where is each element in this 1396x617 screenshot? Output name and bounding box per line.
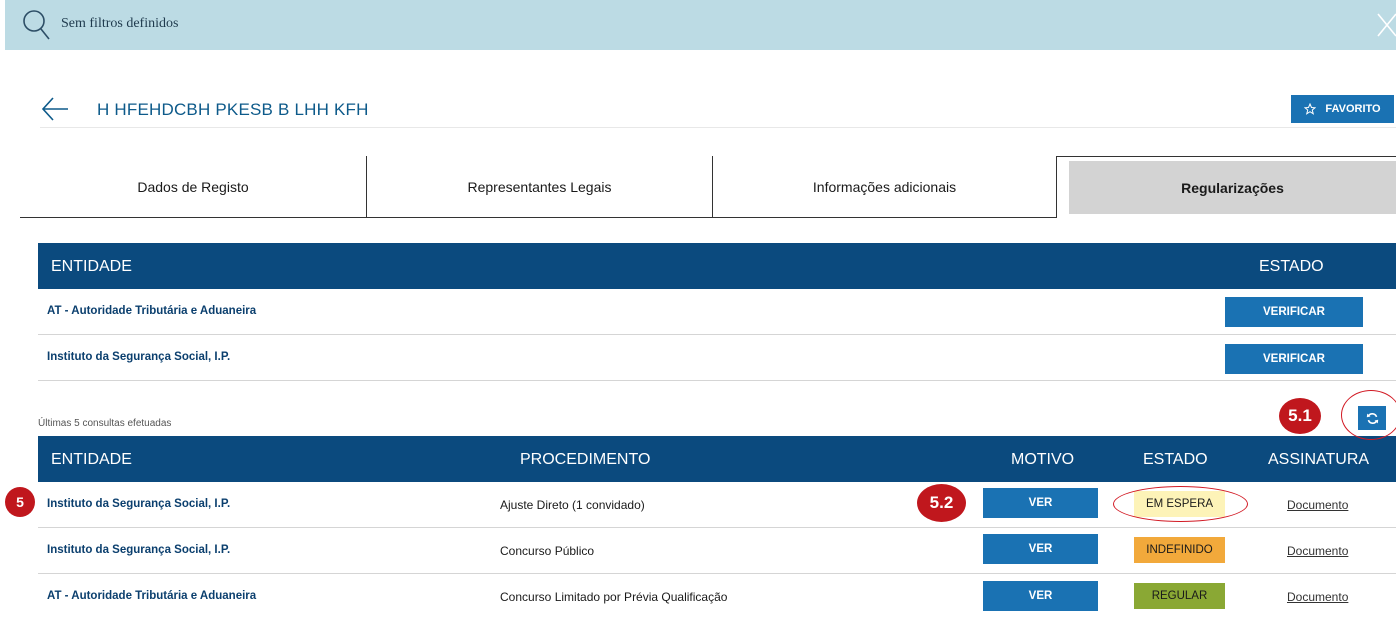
column-header-motivo: MOTIVO [1011, 451, 1075, 468]
callout-badge: 5.2 [917, 484, 966, 522]
entity-link[interactable]: Instituto da Segurança Social, I.P. [47, 351, 230, 363]
procedure-text: Concurso Público [500, 544, 595, 558]
header-divider [40, 127, 1396, 128]
column-header-assinatura: ASSINATURA [1268, 451, 1370, 468]
procedure-text: Concurso Limitado por Prévia Qualificaçã… [500, 590, 728, 604]
column-header-estado: ESTADO [1143, 451, 1208, 468]
view-motive-button[interactable]: VER [983, 581, 1098, 611]
view-motive-button[interactable]: VER [983, 534, 1098, 564]
page-title: H HFEHDCBH PKESB B LHH KFH [97, 100, 369, 119]
entity-link[interactable]: AT - Autoridade Tributária e Aduaneira [47, 590, 256, 602]
table-row: AT - Autoridade Tributária e Aduaneira V… [38, 289, 1396, 335]
tab-representantes-legais[interactable]: Representantes Legais [366, 156, 712, 218]
table-row: Instituto da Segurança Social, I.P. VERI… [38, 335, 1396, 381]
search-icon[interactable] [21, 8, 51, 42]
back-arrow-icon[interactable] [40, 94, 70, 124]
tab-regularizacoes[interactable]: Regularizações [1056, 156, 1396, 218]
tab-regularizacoes-label: Regularizações [1069, 161, 1396, 214]
entity-link[interactable]: AT - Autoridade Tributária e Aduaneira [47, 305, 256, 317]
verify-button[interactable]: VERIFICAR [1225, 344, 1363, 374]
procedure-text: Ajuste Direto (1 convidado) [500, 498, 645, 512]
star-icon [1304, 103, 1317, 115]
column-header-entidade: ENTIDADE [51, 258, 132, 275]
tab-dados-de-registo[interactable]: Dados de Registo [20, 156, 366, 218]
column-header-procedimento: PROCEDIMENTO [520, 451, 651, 468]
column-header-entidade: ENTIDADE [51, 451, 132, 468]
callout-ring [1341, 390, 1396, 440]
document-link[interactable]: Documento [1287, 544, 1348, 558]
document-link[interactable]: Documento [1287, 590, 1348, 604]
consultations-table-header: ENTIDADE PROCEDIMENTO MOTIVO ESTADO ASSI… [38, 436, 1396, 482]
consultations-label: Últimas 5 consultas efetuadas [38, 418, 172, 429]
filter-status-text: Sem filtros definidos [61, 16, 179, 31]
table-row: AT - Autoridade Tributária e Aduaneira C… [38, 574, 1396, 617]
filter-bar: Sem filtros definidos [5, 0, 1396, 50]
status-badge: REGULAR [1134, 583, 1225, 609]
entity-link[interactable]: Instituto da Segurança Social, I.P. [47, 544, 230, 556]
table-row: Instituto da Segurança Social, I.P. Conc… [38, 528, 1396, 574]
tab-bar: Dados de Registo Representantes Legais I… [20, 156, 1396, 218]
view-motive-button[interactable]: VER [983, 488, 1098, 518]
close-icon[interactable] [1374, 8, 1396, 42]
entities-table-header: ENTIDADE ESTADO [38, 243, 1396, 289]
column-header-estado: ESTADO [1259, 258, 1324, 275]
entity-link[interactable]: Instituto da Segurança Social, I.P. [47, 498, 230, 510]
document-link[interactable]: Documento [1287, 498, 1348, 512]
callout-badge: 5.1 [1279, 398, 1321, 434]
callout-ring [1113, 486, 1248, 522]
verify-button[interactable]: VERIFICAR [1225, 297, 1363, 327]
status-badge: INDEFINIDO [1134, 537, 1225, 563]
favorite-button[interactable]: FAVORITO [1291, 95, 1394, 123]
callout-badge: 5 [5, 487, 35, 517]
favorite-label: FAVORITO [1325, 103, 1381, 115]
tab-informacoes-adicionais[interactable]: Informações adicionais [712, 156, 1056, 218]
